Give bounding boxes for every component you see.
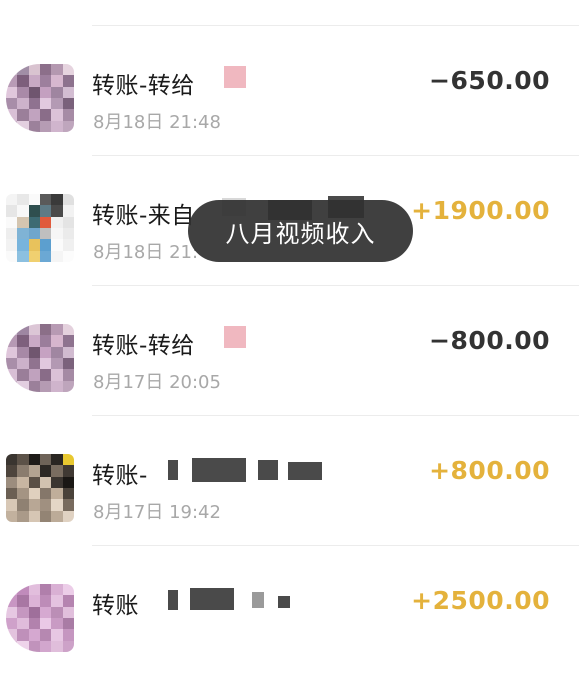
redacted-name: [224, 326, 246, 348]
transaction-list: 转账-转给 8月18日 21:48 −650.00 转账-来自 8月18日 21…: [0, 0, 579, 652]
transaction-amount: +1900.00: [411, 196, 550, 225]
transaction-time: 8月18日 21:48: [93, 112, 221, 133]
transaction-title: 转账-来自: [92, 203, 195, 229]
transaction-amount: −800.00: [429, 326, 550, 355]
transaction-time: 8月17日 19:42: [93, 502, 221, 523]
redacted-name: [168, 590, 178, 610]
redacted-name: [288, 462, 322, 480]
avatar: [6, 454, 74, 522]
transaction-amount: +800.00: [429, 456, 550, 485]
transaction-row[interactable]: 转账-转给 8月18日 21:48 −650.00: [0, 26, 579, 156]
transaction-row[interactable]: 转账- 8月17日 19:42 +800.00: [0, 416, 579, 546]
redacted-name: [190, 588, 234, 610]
avatar: [6, 584, 74, 652]
transaction-title: 转账: [92, 593, 139, 619]
redacted-name: [258, 460, 278, 480]
transaction-title: 转账-转给: [92, 333, 195, 359]
transaction-title: 转账-: [92, 463, 148, 489]
transaction-row[interactable]: 转账-转给 8月17日 20:05 −800.00: [0, 286, 579, 416]
avatar: [6, 64, 74, 132]
transaction-row[interactable]: 转账 +2500.00: [0, 546, 579, 676]
redacted-name: [192, 458, 246, 482]
redacted-name: [252, 592, 264, 608]
transaction-amount: −650.00: [429, 66, 550, 95]
redacted-name: [224, 66, 246, 88]
redacted-name: [278, 596, 290, 608]
transaction-amount: +2500.00: [411, 586, 550, 615]
transaction-time: 8月18日 21:: [93, 242, 199, 263]
redacted-name: [168, 460, 178, 480]
transaction-title: 转账-转给: [92, 73, 195, 99]
avatar: [6, 324, 74, 392]
avatar: [6, 194, 74, 262]
toast-message: 八月视频收入: [188, 200, 413, 262]
transaction-time: 8月17日 20:05: [93, 372, 221, 393]
